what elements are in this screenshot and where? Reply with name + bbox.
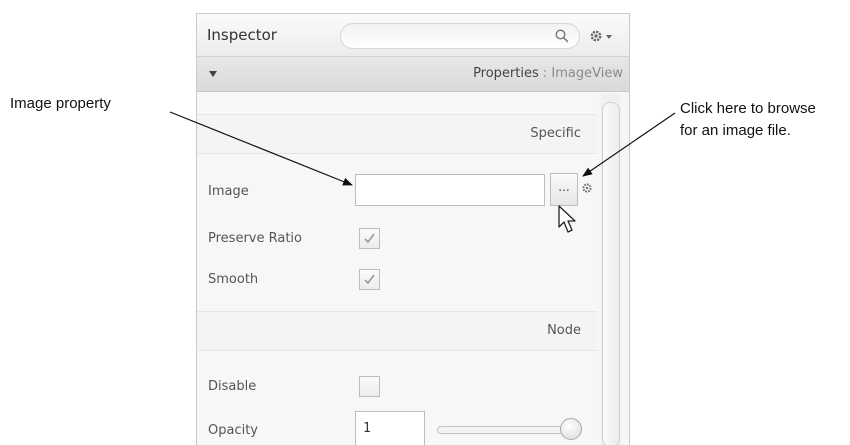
browse-button[interactable]: ... [550, 173, 578, 206]
search-icon[interactable] [555, 29, 569, 43]
disable-label: Disable [208, 379, 257, 394]
inspector-title: Inspector [207, 26, 277, 44]
inspector-titlebar: Inspector [197, 14, 629, 57]
checkmark-icon [364, 233, 375, 244]
properties-label: Properties [473, 66, 539, 81]
section-node-label: Node [547, 323, 581, 338]
preserve-ratio-checkbox[interactable] [359, 228, 380, 249]
image-property-callout: Image property [10, 95, 111, 112]
checkmark-icon [364, 274, 375, 285]
section-specific[interactable]: Specific [197, 114, 597, 154]
preserve-ratio-label: Preserve Ratio [208, 231, 302, 246]
section-node[interactable]: Node [197, 311, 597, 351]
mouse-cursor-icon [558, 205, 576, 233]
smooth-label: Smooth [208, 272, 259, 287]
properties-separator: : [538, 66, 552, 81]
section-specific-label: Specific [530, 126, 581, 141]
opacity-slider-knob[interactable] [560, 418, 582, 440]
search-field[interactable] [340, 23, 580, 49]
disable-checkbox[interactable] [359, 376, 380, 397]
image-field[interactable] [355, 174, 545, 206]
browse-callout-line1: Click here to browse [680, 100, 816, 117]
image-label: Image [208, 184, 249, 199]
properties-bar[interactable]: Properties : ImageView [197, 57, 629, 92]
opacity-label: Opacity [208, 423, 259, 438]
properties-heading: Properties : ImageView [473, 66, 623, 81]
opacity-value: 1 [363, 421, 371, 436]
collapse-triangle-icon[interactable] [209, 71, 217, 77]
scrollbar-thumb[interactable] [602, 102, 620, 445]
gear-menu-icon[interactable] [589, 28, 623, 44]
properties-target: ImageView [551, 66, 623, 81]
opacity-field[interactable]: 1 [355, 411, 425, 445]
opacity-slider-track[interactable] [437, 426, 579, 434]
smooth-checkbox[interactable] [359, 269, 380, 290]
browse-callout: Click here to browse for an image file. [680, 98, 816, 142]
browse-callout-line2: for an image file. [680, 122, 791, 139]
property-options-gear-icon[interactable] [581, 182, 593, 194]
